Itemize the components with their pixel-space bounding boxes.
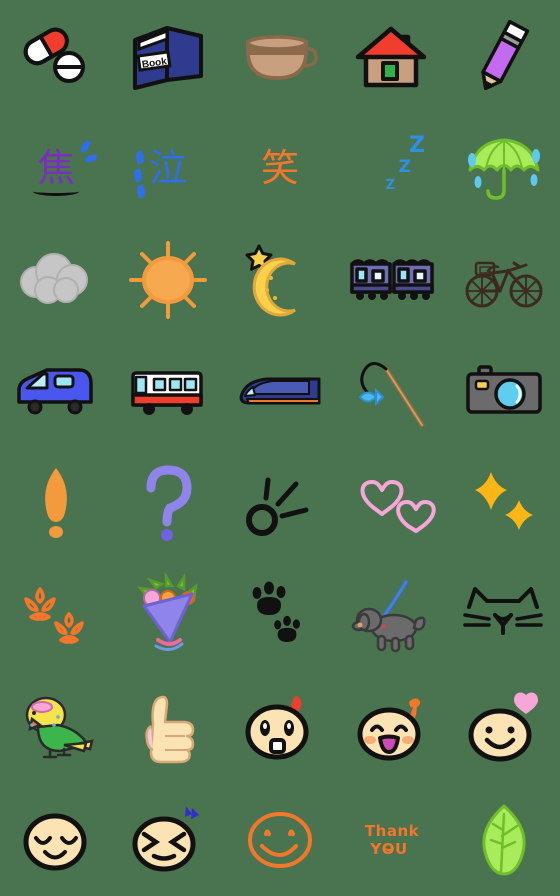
kanji-naku-glyph: 泣 — [148, 146, 187, 190]
emoji-cell-cat-face-outline[interactable] — [448, 560, 560, 672]
z-large: Z — [409, 133, 425, 158]
tear-drop-2 — [132, 168, 144, 183]
emoji-cell-umbrella-in-rain[interactable] — [448, 112, 560, 224]
emoji-grid: Book 焦 泣 笑 Z Z Z Thank YO U — [0, 0, 560, 896]
thank-you-line2: YO U — [370, 840, 408, 858]
sweat-drop-2 — [84, 154, 98, 163]
emoji-cell-exclamation-mark[interactable] — [0, 448, 112, 560]
emoji-cell-blue-van-car[interactable] — [0, 336, 112, 448]
emoji-cell-shinkansen-bullet-train[interactable] — [224, 336, 336, 448]
z-small: Z — [385, 178, 395, 193]
emoji-cell-smiling-face-with-heart[interactable] — [448, 672, 560, 784]
emoji-cell-bicycle[interactable] — [448, 224, 560, 336]
emoji-cell-sleepy-closed-eyes-face[interactable] — [0, 784, 112, 896]
emoji-cell-two-hearts-outline[interactable] — [336, 448, 448, 560]
emoji-cell-kanji-warau[interactable]: 笑 — [224, 112, 336, 224]
kanji-warau-glyph: 笑 — [260, 146, 299, 190]
emoji-cell-coffee-cup[interactable] — [224, 0, 336, 112]
emoji-cell-paw-prints[interactable] — [224, 560, 336, 672]
emoji-cell-surprised-face-with-sweat[interactable] — [224, 672, 336, 784]
emoji-cell-house[interactable] — [336, 0, 448, 112]
kanji-aseru-glyph: 焦 — [36, 146, 75, 190]
emoji-cell-sleeping-zzz[interactable]: Z Z Z — [336, 112, 448, 224]
emoji-cell-cloud[interactable] — [0, 224, 112, 336]
sweat-drop-1 — [79, 139, 92, 154]
tear-drop-3 — [135, 184, 147, 199]
emoji-cell-question-mark[interactable] — [112, 448, 224, 560]
emoji-cell-flower-bouquet[interactable] — [112, 560, 224, 672]
emoji-cell-two-flowers[interactable] — [0, 560, 112, 672]
emoji-cell-kanji-aseru[interactable]: 焦 — [0, 112, 112, 224]
kanji-naku-wrap: 泣 — [132, 146, 187, 199]
emoji-cell-capsule-and-tablet-medicine[interactable] — [0, 0, 112, 112]
emoji-cell-thank-you-text[interactable]: Thank YO U — [336, 784, 448, 896]
tear-drop-1 — [134, 150, 146, 165]
thank-you-line1: Thank — [364, 822, 420, 840]
emoji-cell-pencil[interactable] — [448, 0, 560, 112]
emoji-cell-open-book[interactable]: Book — [112, 0, 224, 112]
emoji-cell-notice-burst-mark[interactable] — [224, 448, 336, 560]
thank-you-wrap: Thank YO U — [365, 822, 419, 858]
emoji-cell-dog-on-leash[interactable] — [336, 560, 448, 672]
emoji-cell-parakeet-bird[interactable] — [0, 672, 112, 784]
ground-line — [32, 187, 79, 196]
emoji-cell-camera[interactable] — [448, 336, 560, 448]
emoji-cell-train[interactable] — [336, 224, 448, 336]
emoji-cell-thumbs-up-hand[interactable] — [112, 672, 224, 784]
emoji-cell-sparkles[interactable] — [448, 448, 560, 560]
emoji-cell-fishing-rod[interactable] — [336, 336, 448, 448]
emoji-cell-orange-outline-smiley[interactable] — [224, 784, 336, 896]
emoji-cell-kanji-naku[interactable]: 泣 — [112, 112, 224, 224]
emoji-cell-green-leaf[interactable] — [448, 784, 560, 896]
emoji-cell-happy-face-with-music-note[interactable] — [336, 672, 448, 784]
emoji-cell-sun[interactable] — [112, 224, 224, 336]
emoji-cell-squinting-face-with-sweat[interactable] — [112, 784, 224, 896]
zzz-wrap: Z Z Z — [357, 133, 427, 203]
emoji-cell-crescent-moon-and-star[interactable] — [224, 224, 336, 336]
z-medium: Z — [398, 157, 411, 177]
emoji-cell-bus[interactable] — [112, 336, 224, 448]
kanji-aseru-wrap: 焦 — [32, 139, 98, 196]
